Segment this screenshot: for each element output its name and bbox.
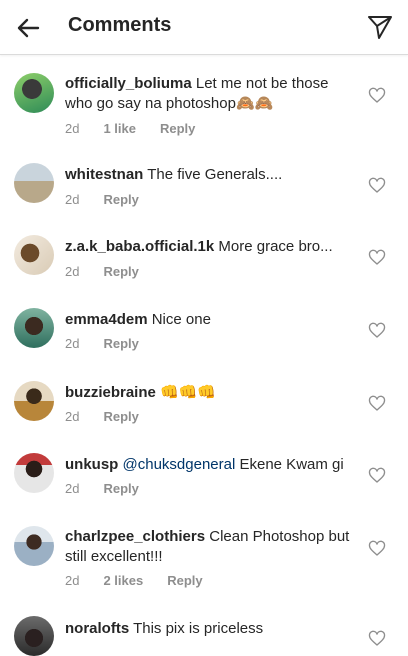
- comment-time: 2d: [65, 409, 80, 424]
- heart-icon[interactable]: [368, 395, 386, 413]
- top-bar: Comments: [0, 0, 408, 55]
- comment-time: 2d: [65, 121, 80, 136]
- comment-item: z.a.k_baba.official.1k More grace bro...…: [0, 218, 408, 290]
- comment-text: Nice one: [151, 311, 211, 328]
- heart-icon[interactable]: [368, 467, 386, 485]
- comment-text: The five Generals....: [147, 166, 283, 183]
- avatar[interactable]: [14, 453, 54, 493]
- comment-username[interactable]: buzziebraine: [65, 384, 156, 401]
- comment-likes[interactable]: 1 like: [103, 121, 136, 136]
- avatar[interactable]: [14, 235, 54, 275]
- comment-text: This pix is priceless: [133, 620, 264, 637]
- heart-icon[interactable]: [368, 87, 386, 105]
- comment-username[interactable]: emma4dem: [65, 311, 148, 328]
- direct-message-icon[interactable]: [366, 13, 394, 41]
- heart-icon[interactable]: [368, 322, 386, 340]
- comment-mention[interactable]: @chuksdgeneral: [123, 456, 236, 473]
- comment-item: charlzpee_clothiers Clean Photoshop but …: [0, 508, 408, 598]
- comment-username[interactable]: charlzpee_clothiers: [65, 528, 205, 545]
- comment-username[interactable]: z.a.k_baba.official.1k: [65, 238, 214, 255]
- reply-button[interactable]: Reply: [160, 121, 195, 136]
- avatar[interactable]: [14, 308, 54, 348]
- avatar[interactable]: [14, 616, 54, 656]
- comment-time: 2d: [65, 336, 80, 351]
- heart-icon[interactable]: [368, 177, 386, 195]
- heart-icon[interactable]: [368, 630, 386, 648]
- comment-item: emma4dem Nice one 2d Reply: [0, 290, 408, 362]
- comment-time: 2d: [65, 481, 80, 496]
- heart-icon[interactable]: [368, 540, 386, 558]
- reply-button[interactable]: Reply: [103, 192, 138, 207]
- comment-item: officially_boliuma Let me not be those w…: [0, 55, 408, 136]
- comment-username[interactable]: unkusp: [65, 456, 118, 473]
- comment-username[interactable]: officially_boliuma: [65, 75, 192, 92]
- comment-item: whitestnan The five Generals.... 2d Reply: [0, 145, 408, 217]
- comment-likes[interactable]: 2 likes: [103, 573, 143, 588]
- avatar[interactable]: [14, 163, 54, 203]
- page-title: Comments: [68, 14, 172, 36]
- reply-button[interactable]: Reply: [103, 336, 138, 351]
- comment-time: 2d: [65, 264, 80, 279]
- comment-item: noralofts This pix is priceless: [0, 598, 408, 656]
- reply-button[interactable]: Reply: [103, 409, 138, 424]
- comment-text: More grace bro...: [218, 238, 333, 255]
- comment-text: 👊👊👊: [160, 384, 217, 401]
- heart-icon[interactable]: [368, 249, 386, 267]
- avatar[interactable]: [14, 526, 54, 566]
- avatar[interactable]: [14, 381, 54, 421]
- comment-time: 2d: [65, 192, 80, 207]
- reply-button[interactable]: Reply: [103, 481, 138, 496]
- comment-text: Ekene Kwam gi: [239, 456, 344, 473]
- comment-item: unkusp @chuksdgeneral Ekene Kwam gi 2d Re…: [0, 435, 408, 507]
- avatar[interactable]: [14, 73, 54, 113]
- comment-username[interactable]: noralofts: [65, 620, 129, 637]
- reply-button[interactable]: Reply: [103, 264, 138, 279]
- comment-username[interactable]: whitestnan: [65, 166, 143, 183]
- comment-time: 2d: [65, 573, 80, 588]
- back-arrow-icon[interactable]: [14, 14, 42, 42]
- reply-button[interactable]: Reply: [167, 573, 202, 588]
- comment-item: buzziebraine 👊👊👊 2d Reply: [0, 363, 408, 435]
